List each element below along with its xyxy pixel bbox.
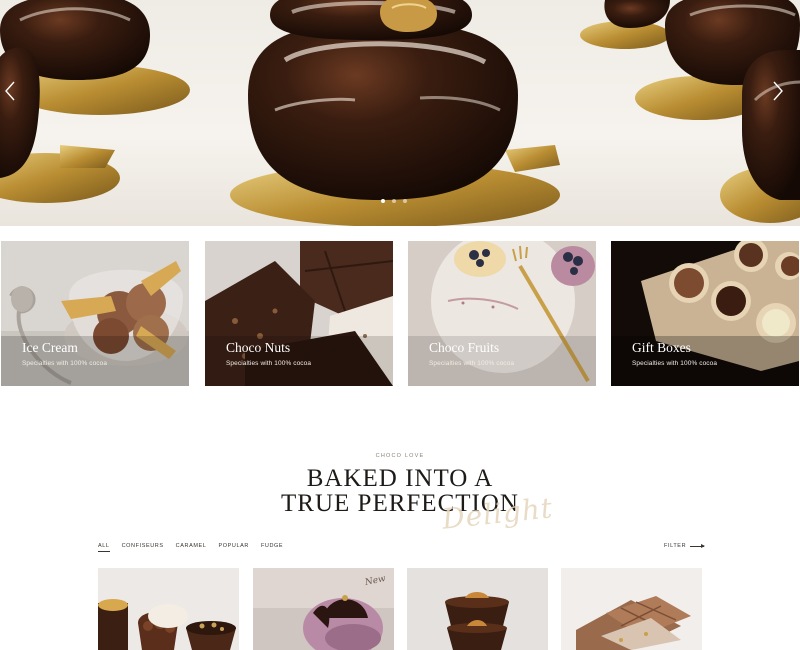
arrow-right-icon bbox=[690, 543, 706, 548]
hero-image bbox=[0, 0, 800, 226]
hero-prev-button[interactable] bbox=[4, 80, 28, 110]
category-title-choco-nuts[interactable]: Choco Nuts bbox=[226, 340, 290, 356]
product-card-4[interactable] bbox=[561, 568, 702, 650]
product-image-4 bbox=[561, 568, 702, 650]
product-image-3 bbox=[407, 568, 548, 650]
section-eyebrow: CHOCO LOVE bbox=[375, 453, 425, 459]
chevron-right-icon bbox=[773, 81, 783, 101]
chevron-left-icon bbox=[5, 81, 15, 101]
filter-tab-fudge[interactable]: FUDGE bbox=[261, 543, 283, 552]
category-subtitle-gift-boxes: Specialties with 100% cocoa bbox=[632, 360, 718, 367]
filter-tab-all[interactable]: ALL bbox=[98, 543, 110, 552]
category-title-ice-cream[interactable]: Ice Cream bbox=[22, 340, 78, 356]
hero-dot-1[interactable] bbox=[381, 199, 385, 203]
category-subtitle-choco-nuts: Specialties with 100% cocoa bbox=[226, 360, 312, 367]
filter-tab-confiseurs[interactable]: CONFISEURS bbox=[122, 543, 164, 552]
filter-toggle-label: FILTER bbox=[664, 543, 687, 549]
product-card-1[interactable] bbox=[98, 568, 239, 650]
section-headline: BAKED INTO A TRUE PERFECTION bbox=[0, 466, 800, 516]
hero-pagination bbox=[381, 199, 407, 203]
hero-dot-2[interactable] bbox=[392, 199, 396, 203]
hero-slider bbox=[0, 0, 800, 226]
headline-line-1: BAKED INTO A bbox=[306, 465, 494, 492]
hero-next-button[interactable] bbox=[772, 80, 796, 110]
category-title-gift-boxes[interactable]: Gift Boxes bbox=[632, 340, 691, 356]
category-subtitle-choco-fruits: Specialties with 100% cocoa bbox=[429, 360, 515, 367]
product-image-1 bbox=[98, 568, 239, 650]
category-title-choco-fruits[interactable]: Choco Fruits bbox=[429, 340, 499, 356]
filter-tab-popular[interactable]: POPULAR bbox=[218, 543, 249, 552]
filter-tabs: ALL CONFISEURS CARAMEL POPULAR FUDGE bbox=[98, 543, 283, 552]
headline-line-2: TRUE PERFECTION bbox=[281, 490, 519, 517]
hero-dot-3[interactable] bbox=[403, 199, 407, 203]
product-card-3[interactable] bbox=[407, 568, 548, 650]
category-subtitle-ice-cream: Specialties with 100% cocoa bbox=[22, 360, 108, 367]
filter-toggle-button[interactable]: FILTER bbox=[664, 543, 706, 549]
filter-tab-caramel[interactable]: CARAMEL bbox=[176, 543, 207, 552]
